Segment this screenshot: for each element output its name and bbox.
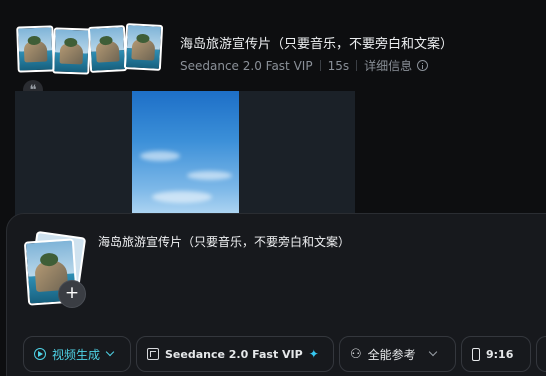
reference-mode-select[interactable]: ⚇ 全能参考 <box>339 336 456 372</box>
divider <box>319 60 321 71</box>
task-title: 海岛旅游宣传片（只要音乐，不要旁白和文案） <box>180 37 454 52</box>
model-select[interactable]: Seedance 2.0 Fast VIP ✦ <box>136 336 334 372</box>
more-options-button[interactable] <box>536 336 546 372</box>
divider <box>356 60 358 71</box>
task-model: Seedance 2.0 Fast VIP <box>180 58 313 73</box>
portrait-ratio-icon <box>472 347 480 361</box>
ratio-label: 9:16 <box>486 347 514 361</box>
mode-label: 视频生成 <box>52 347 101 362</box>
reference-label: 全能参考 <box>367 347 416 362</box>
cloud-shape <box>152 191 212 203</box>
task-meta: Seedance 2.0 Fast VIP 15s 详细信息 <box>180 57 429 74</box>
reference-thumbnail <box>123 23 164 71</box>
model-label: Seedance 2.0 Fast VIP <box>165 347 303 361</box>
video-preview-panel[interactable] <box>15 91 355 231</box>
chevron-down-icon <box>428 347 437 357</box>
chevron-down-icon <box>105 347 115 357</box>
cloud-shape <box>140 151 180 161</box>
add-reference-button[interactable]: + <box>58 280 86 308</box>
mode-select[interactable]: 视频生成 <box>23 336 131 372</box>
reference-icon: ⚇ <box>350 346 362 362</box>
video-generation-icon <box>34 348 46 360</box>
aspect-ratio-select[interactable]: 9:16 <box>461 336 531 372</box>
task-duration: 15s <box>327 58 350 73</box>
cloud-shape <box>187 171 232 180</box>
sparkle-icon: ✦ <box>308 347 319 361</box>
reference-thumbnail <box>16 25 55 73</box>
model-cube-icon <box>147 348 159 360</box>
prompt-input[interactable]: 海岛旅游宣传片（只要音乐，不要旁白和文案） <box>98 233 350 250</box>
details-link[interactable]: 详细信息 <box>364 57 412 74</box>
video-frame[interactable] <box>132 91 239 231</box>
reference-thumbnail <box>52 27 91 75</box>
reference-thumbnails[interactable]: ❝ <box>15 23 167 100</box>
composer-toolbar: 视频生成 Seedance 2.0 Fast VIP ✦ ⚇ 全能参考 9:16 <box>23 336 546 372</box>
reference-thumbnail <box>87 25 128 73</box>
info-icon[interactable] <box>417 60 429 71</box>
